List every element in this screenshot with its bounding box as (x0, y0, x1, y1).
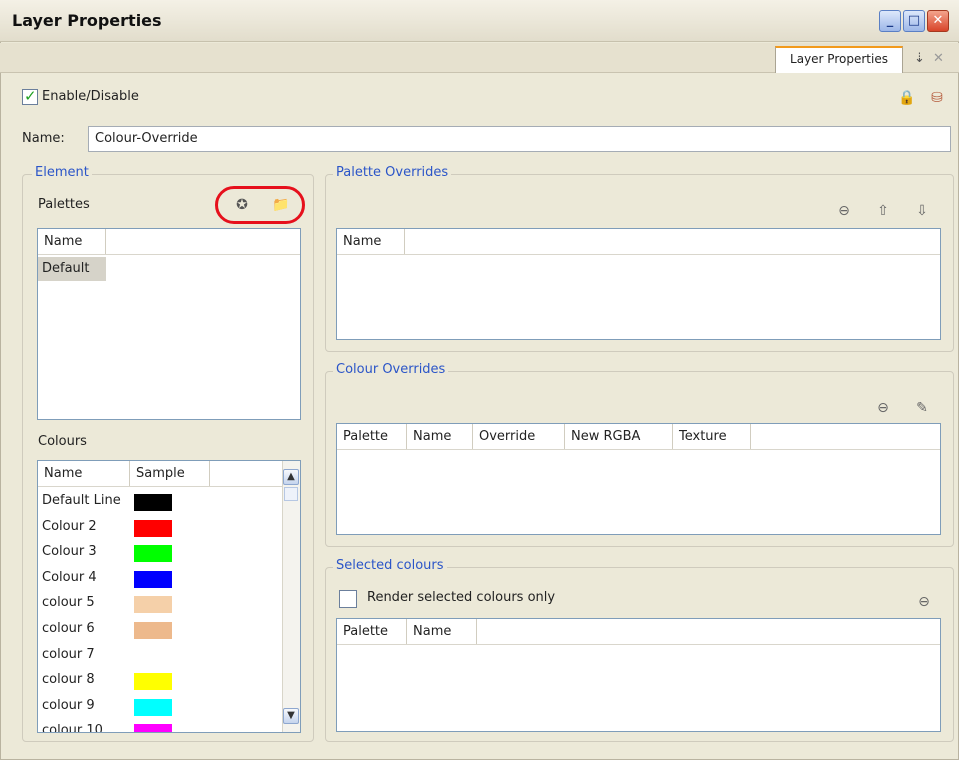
pin-icon[interactable]: ⇣ (914, 51, 925, 66)
selected-colours-label: Selected colours (333, 558, 447, 573)
colour-row-name[interactable]: colour 10 (42, 723, 103, 732)
enable-checkbox[interactable] (22, 87, 38, 105)
lock-icon[interactable]: 🔒 (897, 88, 917, 108)
palette-overrides-label: Palette Overrides (333, 165, 452, 180)
move-up-icon[interactable]: ⇧ (873, 201, 893, 221)
colour-swatch[interactable] (134, 698, 172, 716)
element-group-label: Element (32, 165, 92, 180)
column-header-name[interactable]: Name (407, 619, 477, 644)
edit-icon[interactable]: ✎ (912, 398, 932, 418)
colour-swatch[interactable] (134, 596, 172, 614)
column-header-new-rgba[interactable]: New RGBA (565, 424, 673, 449)
selected-colours-header: Palette Name (337, 619, 940, 645)
render-selected-label: Render selected colours only (367, 590, 556, 605)
title-bar[interactable]: Layer Properties _ □ ✕ (0, 0, 959, 42)
palettes-list[interactable]: Name Default (37, 228, 301, 420)
colours-list[interactable]: Name Sample Default Line Colour 2 Colour 3… (37, 460, 301, 733)
colour-swatch[interactable] (134, 622, 172, 639)
render-selected-checkbox[interactable] (339, 590, 357, 608)
layer-icon[interactable]: ⛁ (927, 88, 947, 108)
tab-strip: Layer Properties ⇣ ✕ (0, 43, 959, 73)
colour-swatch[interactable] (134, 545, 172, 563)
colours-list-header: Name Sample (38, 461, 282, 487)
colour-row-name[interactable]: Default Line (42, 493, 121, 508)
name-field-value: Colour-Override (95, 131, 198, 146)
colour-row-name[interactable]: Colour 2 (42, 519, 97, 534)
palette-overrides-list[interactable]: Name (336, 228, 941, 340)
colour-swatch[interactable] (134, 673, 172, 691)
enable-label: Enable/Disable (42, 89, 139, 104)
colour-row-name[interactable]: colour 9 (42, 698, 95, 713)
colour-swatch[interactable] (134, 724, 172, 732)
colour-overrides-list[interactable]: Palette Name Override New RGBA Texture (336, 423, 941, 535)
palette-row-default[interactable]: Default (38, 257, 106, 281)
close-button[interactable]: ✕ (927, 10, 949, 32)
column-header-palette[interactable]: Palette (337, 619, 407, 644)
name-label: Name: (22, 131, 65, 146)
palettes-label: Palettes (38, 197, 90, 212)
selected-colours-list[interactable]: Palette Name (336, 618, 941, 732)
colour-overrides-header: Palette Name Override New RGBA Texture (337, 424, 940, 450)
colours-label: Colours (38, 434, 87, 449)
column-header-override[interactable]: Override (473, 424, 565, 449)
remove-icon[interactable]: ⊖ (873, 398, 893, 418)
name-field[interactable]: Colour-Override (88, 126, 951, 152)
tab-controls: ⇣ ✕ (914, 51, 944, 66)
column-header-name[interactable]: Name (38, 461, 130, 486)
colour-swatch[interactable] (134, 570, 172, 588)
colour-swatch[interactable] (134, 519, 172, 537)
colours-scrollbar[interactable]: ▲ ▼ (282, 461, 300, 732)
colour-row-name[interactable]: Colour 3 (42, 544, 97, 559)
window-title: Layer Properties (12, 11, 162, 30)
column-header-name[interactable]: Name (407, 424, 473, 449)
colour-overrides-label: Colour Overrides (333, 362, 449, 377)
colour-swatch[interactable] (134, 648, 172, 665)
colour-row-name[interactable]: colour 7 (42, 647, 95, 662)
highlight-ring (215, 186, 305, 224)
scroll-up-button[interactable]: ▲ (283, 469, 299, 485)
colour-row-name[interactable]: colour 5 (42, 595, 95, 610)
close-tab-icon[interactable]: ✕ (933, 51, 944, 66)
remove-icon[interactable]: ⊖ (834, 201, 854, 221)
column-header-palette[interactable]: Palette (337, 424, 407, 449)
colour-row-name[interactable]: Colour 4 (42, 570, 97, 585)
palette-browser-icon[interactable]: ✪ (232, 195, 252, 215)
colour-swatch[interactable] (134, 494, 172, 511)
folder-icon[interactable]: 📁 (271, 195, 291, 215)
remove-icon[interactable]: ⊖ (914, 592, 934, 612)
minimize-button[interactable]: _ (879, 10, 901, 32)
colour-row-name[interactable]: colour 8 (42, 672, 95, 687)
colour-row-name[interactable]: colour 6 (42, 621, 95, 636)
move-down-icon[interactable]: ⇩ (912, 201, 932, 221)
palette-overrides-header: Name (337, 229, 940, 255)
tab-layer-properties[interactable]: Layer Properties (775, 46, 903, 73)
scroll-down-button[interactable]: ▼ (283, 708, 299, 724)
column-header-sample[interactable]: Sample (130, 461, 210, 486)
column-header-name[interactable]: Name (38, 229, 106, 254)
palettes-list-header: Name (38, 229, 300, 255)
scroll-thumb[interactable] (284, 487, 298, 501)
column-header-texture[interactable]: Texture (673, 424, 751, 449)
column-header-name[interactable]: Name (337, 229, 405, 254)
maximize-button[interactable]: □ (903, 10, 925, 32)
